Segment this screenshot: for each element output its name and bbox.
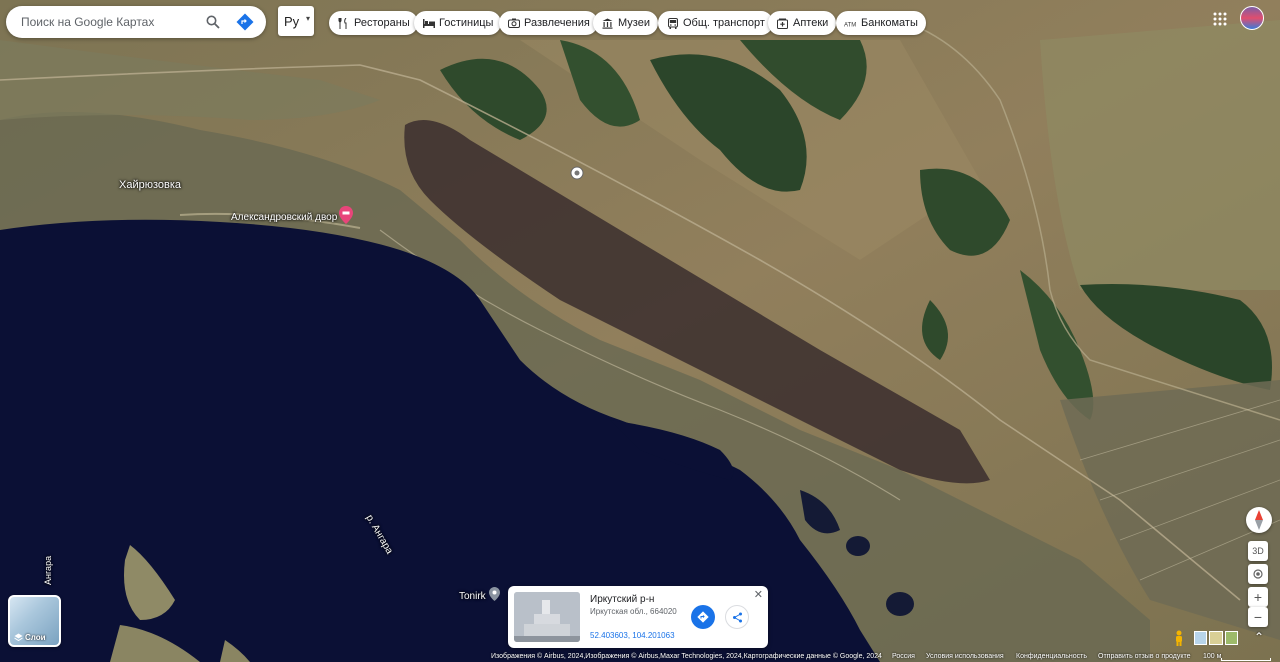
map-type-thumb[interactable] xyxy=(1209,631,1223,645)
atm-icon: ATM xyxy=(844,17,857,30)
chip-entertainment[interactable]: Развлечения xyxy=(499,11,598,35)
footer-terms[interactable]: Условия использования xyxy=(926,653,1004,660)
map-type-thumb[interactable] xyxy=(1194,631,1208,645)
apps-icon[interactable] xyxy=(1213,12,1227,26)
compass-button[interactable] xyxy=(1246,507,1272,533)
tilt-label: 3D xyxy=(1252,546,1264,556)
pegman-icon[interactable] xyxy=(1173,630,1185,646)
my-location-button[interactable] xyxy=(1248,564,1268,584)
museum-icon xyxy=(601,17,614,30)
chip-museums[interactable]: Музеи xyxy=(593,11,658,35)
footer-scale: 100 м xyxy=(1203,653,1222,660)
close-icon[interactable]: ✕ xyxy=(754,588,763,601)
layers-button[interactable]: Слои xyxy=(8,595,61,647)
fork-knife-icon xyxy=(337,17,350,30)
zoom-in-button[interactable]: + xyxy=(1248,587,1268,607)
share-button[interactable] xyxy=(725,605,749,629)
footer-country[interactable]: Россия xyxy=(892,653,915,660)
scale-bar xyxy=(1221,658,1271,661)
chip-label: Музеи xyxy=(618,17,650,29)
avatar[interactable] xyxy=(1240,6,1264,30)
pharmacy-icon xyxy=(776,17,789,30)
layers-label: Слои xyxy=(25,633,46,642)
place-thumbnail[interactable] xyxy=(514,592,580,642)
chip-label: Аптеки xyxy=(793,17,829,29)
place-address: Иркутская обл., 664020 xyxy=(590,607,677,616)
map-footer: Изображения © Airbus, 2024,Изображения ©… xyxy=(0,652,1280,662)
map-label-village[interactable]: Хайрюзовка xyxy=(119,179,181,191)
place-coordinates[interactable]: 52.403603, 104.201063 xyxy=(590,631,675,640)
directions-icon xyxy=(697,611,709,623)
camera-icon xyxy=(507,17,520,30)
chip-label: Развлечения xyxy=(524,17,590,29)
hotel-pin-icon[interactable] xyxy=(339,206,353,224)
search-input[interactable]: Поиск на Google Картах xyxy=(21,15,202,29)
footer-privacy[interactable]: Конфиденциальность xyxy=(1016,653,1087,660)
search-icon[interactable] xyxy=(202,11,224,33)
directions-icon[interactable] xyxy=(234,11,256,33)
map-type-thumb[interactable] xyxy=(1224,631,1238,645)
footer-imagery: Изображения © Airbus, 2024,Изображения ©… xyxy=(491,653,882,660)
svg-text:ATM: ATM xyxy=(844,22,856,28)
chevron-down-icon: ▾ xyxy=(305,14,310,23)
map-type-thumbnails[interactable] xyxy=(1194,631,1238,645)
satellite-map[interactable] xyxy=(0,0,1280,662)
chip-label: Банкоматы xyxy=(861,17,918,29)
chip-label: Общ. транспорт xyxy=(683,17,765,29)
place-title: Иркутский р-н xyxy=(590,594,655,605)
share-icon xyxy=(732,612,742,622)
layers-icon xyxy=(14,633,23,642)
map-label-place[interactable]: Александровский двор xyxy=(231,212,337,223)
map-label-river-left: Ангара xyxy=(43,555,53,585)
bed-icon xyxy=(422,17,435,30)
zoom-out-button[interactable]: − xyxy=(1248,607,1268,627)
place-card[interactable]: Иркутский р-н Иркутская обл., 664020 52.… xyxy=(508,586,768,648)
chip-label: Рестораны xyxy=(354,17,410,29)
chip-restaurants[interactable]: Рестораны xyxy=(329,11,418,35)
tilt-3d-button[interactable]: 3D xyxy=(1248,541,1268,561)
language-value: Ру xyxy=(284,13,300,29)
directions-button[interactable] xyxy=(691,605,715,629)
language-select[interactable]: Ру ▾ xyxy=(278,6,314,36)
minus-icon: − xyxy=(1253,609,1263,625)
bus-icon xyxy=(666,17,679,30)
search-box[interactable]: Поиск на Google Картах xyxy=(6,6,266,38)
map-label-poi[interactable]: Tonirk xyxy=(459,591,486,602)
chip-transit[interactable]: Общ. транспорт xyxy=(658,11,773,35)
chip-atms[interactable]: ATM Банкоматы xyxy=(836,11,926,35)
plus-icon: + xyxy=(1253,589,1263,605)
footer-feedback[interactable]: Отправить отзыв о продукте xyxy=(1098,653,1191,660)
expand-up-icon[interactable]: ⌃ xyxy=(1254,630,1266,644)
chip-pharmacies[interactable]: Аптеки xyxy=(768,11,837,35)
chip-hotels[interactable]: Гостиницы xyxy=(414,11,502,35)
chip-label: Гостиницы xyxy=(439,17,494,29)
poi-pin-icon[interactable] xyxy=(489,587,500,601)
compass-icon xyxy=(1255,510,1263,530)
my-location-icon xyxy=(1253,569,1263,579)
selected-location-marker-icon[interactable] xyxy=(570,166,584,180)
